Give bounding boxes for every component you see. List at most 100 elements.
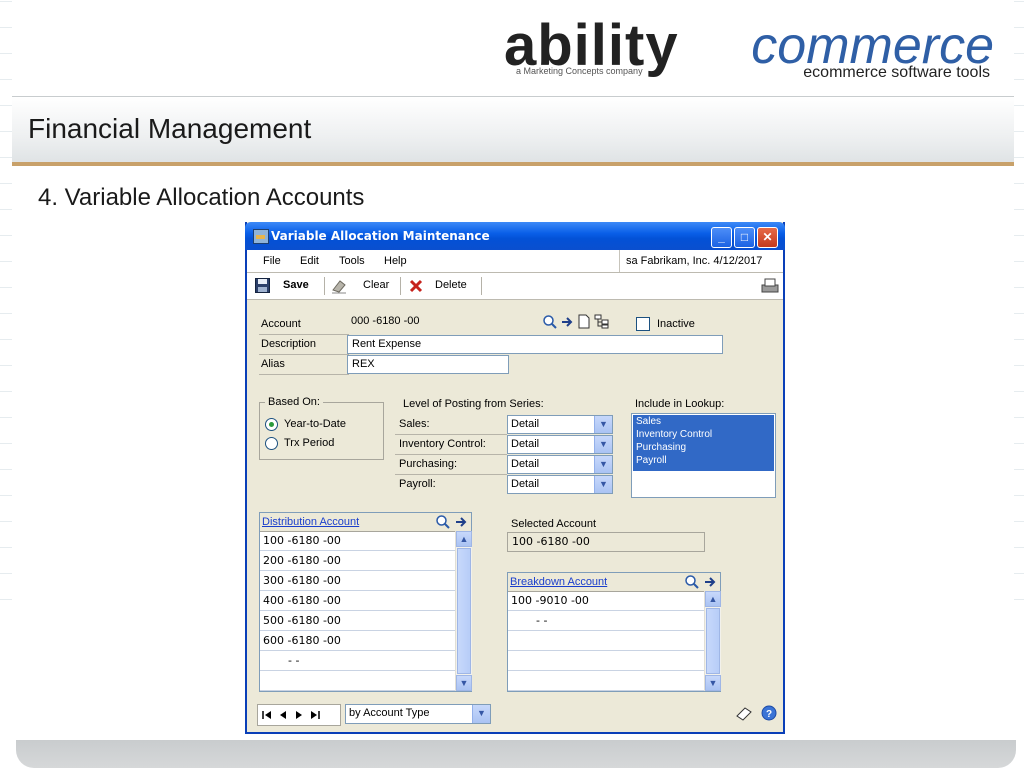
year-to-date-label: Year-to-Date (284, 418, 346, 430)
lookup-magnifier-icon[interactable] (543, 315, 557, 329)
scroll-thumb[interactable] (457, 548, 471, 674)
distribution-row[interactable]: - - (260, 651, 456, 671)
chevron-down-icon[interactable]: ▼ (456, 675, 472, 691)
breakdown-row[interactable]: - - (508, 611, 704, 631)
row-divider (259, 354, 349, 355)
printer-icon[interactable] (761, 278, 779, 294)
posting-inventory-select[interactable]: Detail ▼ (507, 435, 613, 454)
chevron-down-icon: ▼ (594, 416, 612, 433)
lookup-magnifier-icon[interactable] (685, 575, 699, 589)
toolbar-separator (324, 277, 325, 295)
go-to-arrow-icon[interactable] (704, 576, 716, 588)
window-titlebar[interactable]: Variable Allocation Maintenance _ □ ✕ (245, 222, 785, 250)
account-hierarchy-icon[interactable] (594, 314, 610, 329)
distribution-row[interactable]: 400 -6180 -00 (260, 591, 456, 611)
distribution-account-link[interactable]: Distribution Account (262, 516, 359, 528)
posting-sales-value: Detail (511, 418, 540, 430)
row-divider (259, 374, 349, 375)
radio-year-to-date[interactable] (265, 418, 278, 431)
chevron-up-icon[interactable]: ▲ (705, 591, 721, 607)
posting-payroll-value: Detail (511, 478, 540, 490)
posting-inventory-value: Detail (511, 438, 540, 450)
breakdown-account-link[interactable]: Breakdown Account (510, 576, 607, 588)
posting-payroll-select[interactable]: Detail ▼ (507, 475, 613, 494)
menu-tools[interactable]: Tools (339, 255, 365, 267)
minimize-button[interactable]: _ (711, 227, 732, 248)
new-document-icon[interactable] (578, 314, 590, 329)
based-on-label: Based On: (265, 396, 323, 408)
row-divider (395, 434, 507, 435)
include-lookup-list[interactable]: Sales Inventory Control Purchasing Payro… (631, 413, 776, 498)
go-to-arrow-icon[interactable] (561, 316, 573, 328)
slide-title: Financial Management (28, 113, 312, 144)
account-field[interactable]: 000 -6180 -00 (347, 313, 497, 332)
row-divider (395, 454, 507, 455)
distribution-row[interactable]: 300 -6180 -00 (260, 571, 456, 591)
next-record-icon[interactable] (294, 710, 304, 720)
delete-button[interactable]: Delete (435, 279, 467, 291)
chevron-down-icon[interactable]: ▼ (705, 675, 721, 691)
breakdown-grid-header: Breakdown Account (508, 573, 720, 592)
row-divider (395, 474, 507, 475)
based-on-group (259, 402, 384, 460)
save-button[interactable]: Save (283, 279, 309, 291)
menu-help[interactable]: Help (384, 255, 407, 267)
posting-sales-select[interactable]: Detail ▼ (507, 415, 613, 434)
distribution-grid: Distribution Account 100 -6180 -00 200 -… (259, 512, 472, 692)
last-record-icon[interactable] (310, 710, 320, 720)
window-app-icon (253, 229, 269, 244)
description-label: Description (261, 338, 317, 350)
breakdown-row[interactable]: 100 -9010 -00 (508, 591, 704, 611)
breakdown-row[interactable] (508, 631, 704, 651)
slide: ability commerce a Marketing Concepts co… (0, 0, 1024, 768)
radio-trx-period[interactable] (265, 437, 278, 450)
posting-purchasing-label: Purchasing: (399, 458, 458, 470)
breakdown-row[interactable] (508, 651, 704, 671)
toolbar-separator (400, 277, 401, 295)
maximize-button[interactable]: □ (734, 227, 755, 248)
go-to-arrow-icon[interactable] (455, 516, 467, 528)
chevron-up-icon[interactable]: ▲ (456, 531, 472, 547)
sort-by-select[interactable]: by Account Type ▼ (345, 704, 491, 724)
first-record-icon[interactable] (262, 710, 272, 720)
title-band: Financial Management (12, 96, 1014, 163)
previous-record-icon[interactable] (278, 710, 288, 720)
chevron-down-icon: ▼ (594, 476, 612, 493)
alias-field[interactable]: REX (347, 355, 509, 374)
help-icon[interactable]: ? (761, 705, 777, 721)
inactive-label: Inactive (657, 318, 695, 330)
lookup-item-payroll[interactable]: Payroll (633, 455, 667, 466)
distribution-row[interactable]: 600 -6180 -00 (260, 631, 456, 651)
distribution-row[interactable]: 500 -6180 -00 (260, 611, 456, 631)
menubar: File Edit Tools Help sa Fabrikam, Inc. 4… (247, 250, 783, 273)
lookup-item-purchasing[interactable]: Purchasing (633, 442, 686, 453)
window-title: Variable Allocation Maintenance (271, 229, 490, 243)
footer-band (16, 740, 1016, 768)
posting-purchasing-select[interactable]: Detail ▼ (507, 455, 613, 474)
breakdown-scrollbar[interactable]: ▲ ▼ (704, 591, 721, 691)
distribution-row[interactable]: 200 -6180 -00 (260, 551, 456, 571)
row-divider (259, 334, 349, 335)
toolbar-separator (481, 277, 482, 295)
lookup-magnifier-icon[interactable] (436, 515, 450, 529)
inactive-checkbox[interactable] (636, 317, 650, 331)
lookup-item-sales[interactable]: Sales (633, 416, 661, 427)
record-navigation (257, 704, 341, 726)
note-icon[interactable] (735, 706, 753, 722)
distribution-grid-header: Distribution Account (260, 513, 471, 532)
lookup-item-inventory[interactable]: Inventory Control (633, 429, 712, 440)
scroll-thumb[interactable] (706, 608, 720, 674)
posting-level-label: Level of Posting from Series: (403, 398, 544, 410)
close-button[interactable]: ✕ (757, 227, 778, 248)
svg-text:?: ? (766, 709, 772, 720)
clear-button[interactable]: Clear (363, 279, 389, 291)
menu-file[interactable]: File (263, 255, 281, 267)
distribution-row[interactable] (260, 671, 456, 691)
distribution-scrollbar[interactable]: ▲ ▼ (455, 531, 472, 691)
description-field[interactable]: Rent Expense (347, 335, 723, 354)
title-underline (12, 162, 1014, 166)
menu-edit[interactable]: Edit (300, 255, 319, 267)
include-lookup-label: Include in Lookup: (635, 398, 725, 410)
breakdown-row[interactable] (508, 671, 704, 691)
distribution-row[interactable]: 100 -6180 -00 (260, 531, 456, 551)
